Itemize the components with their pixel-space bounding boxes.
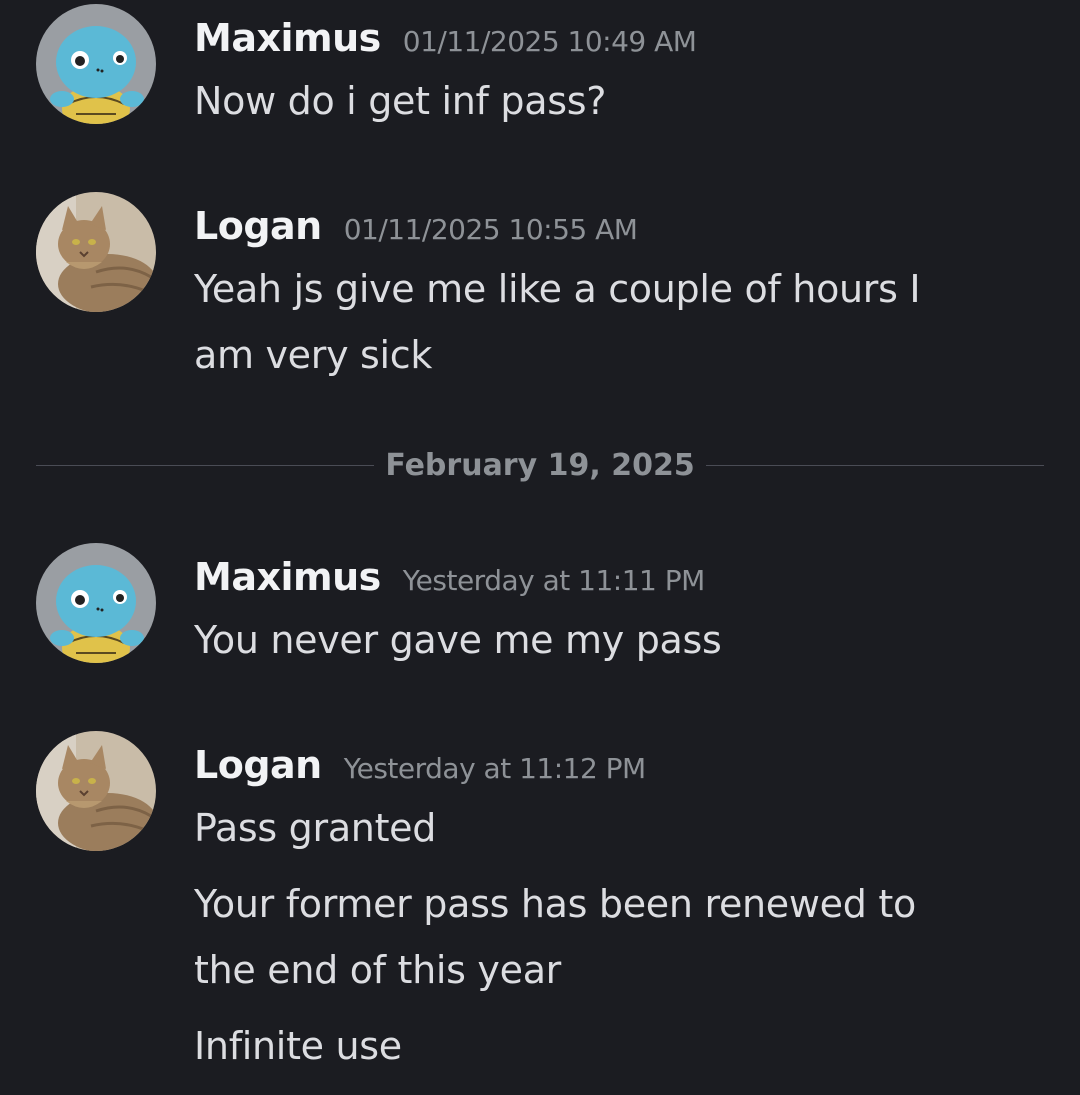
cat-avatar-icon [36,731,156,851]
message-text: You never gave me my pass [194,618,722,662]
avatar-maximus[interactable] [36,543,156,663]
cat-avatar-icon [36,192,156,312]
timestamp: 01/11/2025 10:49 AM [402,25,697,58]
message-text: Infinite use [194,1024,402,1068]
timestamp: Yesterday at 11:12 PM [343,752,647,785]
message-text: the end of this year [194,948,562,992]
message-header: Maximus Yesterday at 11:11 PM [194,555,705,599]
message-text: Now do i get inf pass? [194,79,607,123]
squirtle-plush-avatar-icon [36,4,156,124]
message-header: Maximus 01/11/2025 10:49 AM [194,16,697,60]
message-header: Logan 01/11/2025 10:55 AM [194,204,638,248]
squirtle-plush-avatar-icon [36,543,156,663]
message-text: Yeah js give me like a couple of hours I [194,267,921,311]
author-name[interactable]: Maximus [194,16,381,60]
message-text: Your former pass has been renewed to [194,882,916,926]
avatar-logan[interactable] [36,731,156,851]
message-header: Logan Yesterday at 11:12 PM [194,743,646,787]
author-name[interactable]: Logan [194,743,322,787]
author-name[interactable]: Logan [194,204,322,248]
author-name[interactable]: Maximus [194,555,381,599]
timestamp: 01/11/2025 10:55 AM [343,213,638,246]
timestamp: Yesterday at 11:11 PM [402,564,706,597]
divider-date: February 19, 2025 [385,448,695,483]
date-divider: February 19, 2025 [36,446,1044,486]
message-text: Pass granted [194,806,437,850]
avatar-maximus[interactable] [36,4,156,124]
divider-rule [706,465,1044,466]
avatar-logan[interactable] [36,192,156,312]
message-text: am very sick [194,333,433,377]
